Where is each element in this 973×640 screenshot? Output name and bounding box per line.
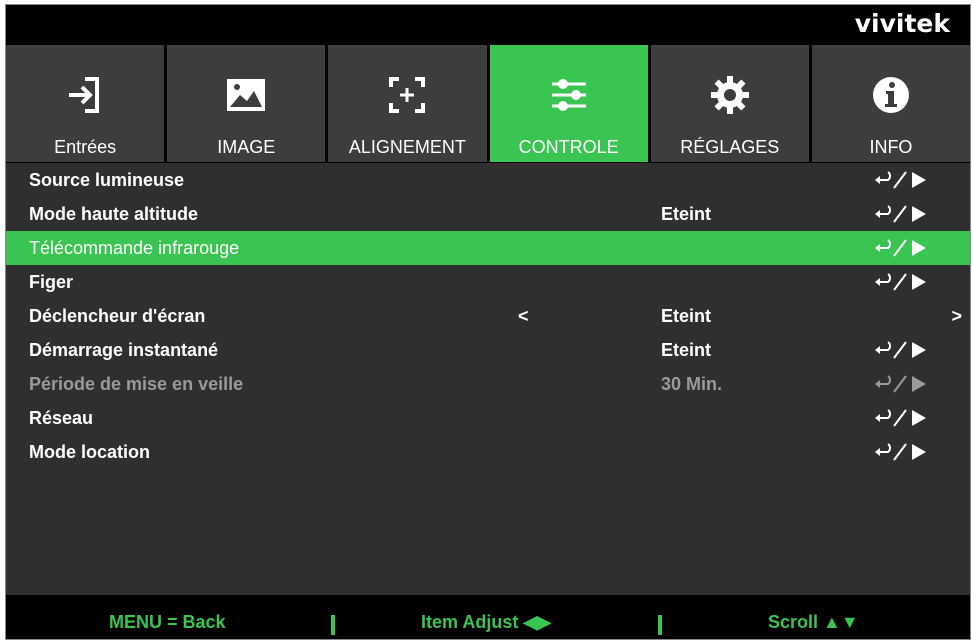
enter-arrow-icon: [875, 273, 926, 291]
enter-arrow-icon: [875, 443, 926, 461]
tab-label: Entrées: [54, 137, 117, 157]
menu-item-label: Réseau: [29, 408, 94, 428]
enter-arrow-icon: [875, 171, 926, 189]
menu-item-label: Mode haute altitude: [29, 204, 199, 224]
sliders-icon: [551, 79, 586, 111]
menu-item-source-lumineuse[interactable]: Source lumineuse: [6, 163, 970, 197]
tab-entrees[interactable]: Entrées: [6, 45, 165, 162]
footer-separator: [331, 615, 335, 635]
top-bar: vivitek: [6, 5, 970, 45]
tab-info[interactable]: INFO: [811, 45, 971, 162]
tab-bar: Entrées IMAGE ALIGNEMENT CONTROLE RÉGLAG…: [6, 45, 971, 162]
menu-item-periode-mise-en-veille: Période de mise en veille 30 Min.: [6, 367, 970, 401]
menu-item-declencheur-ecran[interactable]: Déclencheur d'écran < Eteint >: [6, 299, 970, 333]
image-icon: [227, 79, 266, 111]
enter-arrow-icon: [875, 239, 926, 257]
info-icon: [872, 77, 909, 113]
input-icon: [69, 77, 100, 113]
brand-logo: vivitek: [854, 9, 950, 38]
tab-reglages[interactable]: RÉGLAGES: [650, 45, 809, 162]
menu-item-figer[interactable]: Figer: [6, 265, 970, 299]
tab-controle[interactable]: CONTROLE: [489, 45, 648, 162]
osd-menu: vivitek Entrées IMAGE ALIGNEMENT CONTROL…: [5, 4, 971, 640]
menu-item-label: Mode location: [29, 442, 150, 462]
footer-adjust-hint: Item Adjust ◀▶: [421, 612, 552, 632]
menu-list: Source lumineuse Mode haute altitude Ete…: [6, 163, 970, 595]
menu-item-telecommande-infrarouge[interactable]: Télécommande infrarouge: [6, 231, 970, 265]
enter-arrow-icon: [875, 409, 926, 427]
menu-item-label: Télécommande infrarouge: [29, 238, 240, 258]
footer-back-hint: MENU = Back: [109, 612, 226, 632]
menu-item-value: 30 Min.: [661, 374, 723, 394]
right-arrow-button[interactable]: >: [951, 306, 962, 327]
menu-item-label: Période de mise en veille: [29, 374, 244, 394]
tab-alignement[interactable]: ALIGNEMENT: [328, 45, 487, 162]
menu-item-reseau[interactable]: Réseau: [6, 401, 970, 435]
tab-label: INFO: [869, 137, 913, 157]
gear-icon: [710, 76, 749, 114]
tab-label: ALIGNEMENT: [348, 137, 466, 157]
enter-arrow-icon: [875, 375, 926, 393]
tab-label: RÉGLAGES: [680, 137, 780, 157]
menu-item-label: Source lumineuse: [29, 170, 185, 190]
tab-image[interactable]: IMAGE: [167, 45, 326, 162]
menu-item-label: Démarrage instantané: [29, 340, 219, 360]
alignment-icon: [389, 77, 426, 113]
menu-item-mode-location[interactable]: Mode location: [6, 435, 970, 469]
footer-scroll-hint: Scroll ▲▼: [768, 612, 859, 632]
menu-item-value: Eteint: [661, 204, 712, 224]
enter-arrow-icon: [875, 205, 926, 223]
footer-separator: [658, 615, 662, 635]
tab-label: CONTROLE: [518, 137, 619, 157]
tab-label: IMAGE: [217, 137, 276, 157]
menu-item-value: Eteint: [661, 306, 712, 326]
menu-item-mode-haute-altitude[interactable]: Mode haute altitude Eteint: [6, 197, 970, 231]
menu-item-demarrage-instantane[interactable]: Démarrage instantané Eteint: [6, 333, 970, 367]
left-arrow-button[interactable]: <: [518, 306, 529, 327]
footer-hint-bar: MENU = Back Item Adjust ◀▶ Scroll ▲▼: [6, 605, 970, 639]
enter-arrow-icon: [875, 341, 926, 359]
menu-item-label: Figer: [29, 272, 74, 292]
menu-item-value: Eteint: [661, 340, 712, 360]
menu-item-label: Déclencheur d'écran: [29, 306, 206, 326]
